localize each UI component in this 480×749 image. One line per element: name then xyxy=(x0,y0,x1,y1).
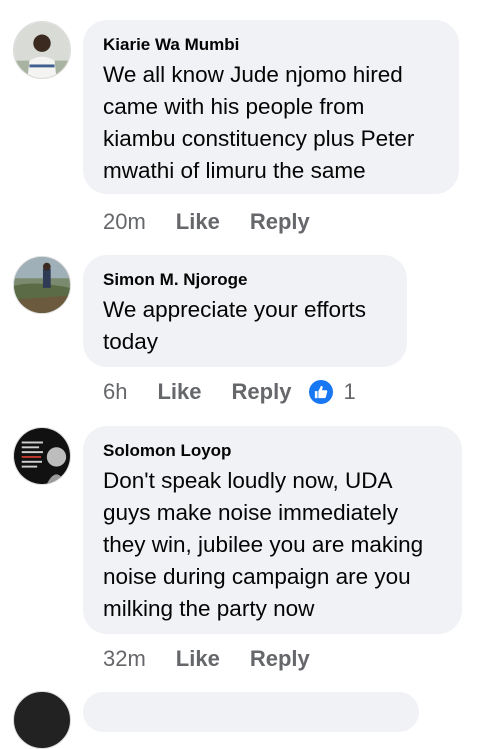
profile-photo-icon xyxy=(14,22,70,78)
comment-bubble: Simon M. Njoroge We appreciate your effo… xyxy=(83,255,407,367)
reply-button[interactable]: Reply xyxy=(250,646,310,672)
comment-bubble: Kiarie Wa Mumbi We all know Jude njomo h… xyxy=(83,20,459,194)
comment-time[interactable]: 6h xyxy=(103,379,127,405)
comment-time[interactable]: 32m xyxy=(103,646,146,672)
profile-photo-icon xyxy=(14,428,70,484)
comment-author[interactable]: Kiarie Wa Mumbi xyxy=(103,35,439,55)
comment-actions: 32m Like Reply xyxy=(103,644,310,674)
comment-actions: 6h Like Reply 1 xyxy=(103,377,356,407)
comment-text: Don't speak loudly now, UDA guys make no… xyxy=(103,468,424,621)
reply-button[interactable]: Reply xyxy=(232,379,292,405)
like-button[interactable]: Like xyxy=(176,646,220,672)
avatar[interactable] xyxy=(13,256,71,314)
like-button[interactable]: Like xyxy=(176,209,220,235)
comment-bubble xyxy=(83,692,419,732)
avatar[interactable] xyxy=(13,21,71,79)
reaction-summary[interactable]: 1 xyxy=(309,379,356,405)
thumbs-up-icon xyxy=(309,380,334,404)
comment-author[interactable]: Solomon Loyop xyxy=(103,441,442,461)
comment-text: We appreciate your efforts today xyxy=(103,297,367,354)
reply-button[interactable]: Reply xyxy=(250,209,310,235)
comment-actions: 20m Like Reply xyxy=(103,207,310,237)
comment-text: We all know Jude njomo hired came with h… xyxy=(103,62,415,183)
avatar[interactable] xyxy=(13,427,71,485)
like-button[interactable]: Like xyxy=(157,379,201,405)
comment-time[interactable]: 20m xyxy=(103,209,146,235)
comment-bubble: Solomon Loyop Don't speak loudly now, UD… xyxy=(83,426,462,634)
avatar[interactable] xyxy=(13,691,71,749)
comment-author[interactable]: Simon M. Njoroge xyxy=(103,270,387,290)
reaction-count: 1 xyxy=(343,379,356,404)
profile-photo-icon xyxy=(14,257,70,313)
